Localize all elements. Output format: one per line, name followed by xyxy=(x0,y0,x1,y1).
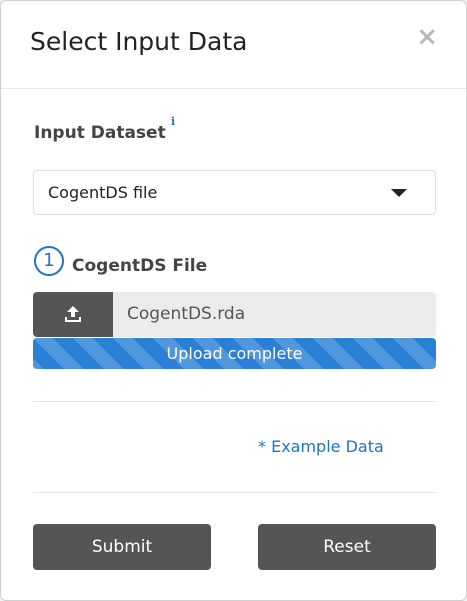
input-dataset-label: Input Dataset xyxy=(34,123,166,143)
input-dataset-selected-value: CogentDS file xyxy=(48,183,158,202)
cogentds-file-label: CogentDS File xyxy=(72,256,208,276)
upload-icon xyxy=(65,306,81,322)
example-data-link[interactable]: * Example Data xyxy=(258,437,384,456)
modal-header: Select Input Data × xyxy=(1,1,466,89)
file-name-text: CogentDS.rda xyxy=(127,304,246,324)
upload-button[interactable] xyxy=(33,292,113,337)
chevron-down-icon xyxy=(391,189,407,197)
upload-progress-bar: Upload complete xyxy=(33,338,436,369)
step-number-badge: 1 xyxy=(34,246,64,276)
reset-button[interactable]: Reset xyxy=(258,524,436,570)
file-upload-control: CogentDS.rda xyxy=(33,292,436,337)
file-name-display: CogentDS.rda xyxy=(113,292,436,337)
input-dataset-select[interactable]: CogentDS file xyxy=(33,170,436,215)
modal-title: Select Input Data xyxy=(30,27,248,56)
select-input-data-modal: Select Input Data × Input Dataset i Coge… xyxy=(0,0,467,601)
close-icon[interactable]: × xyxy=(416,23,438,51)
upload-progress-text: Upload complete xyxy=(166,344,303,363)
info-icon[interactable]: i xyxy=(171,115,175,128)
divider-bottom xyxy=(33,492,436,493)
submit-button[interactable]: Submit xyxy=(33,524,211,570)
divider-top xyxy=(33,401,436,402)
